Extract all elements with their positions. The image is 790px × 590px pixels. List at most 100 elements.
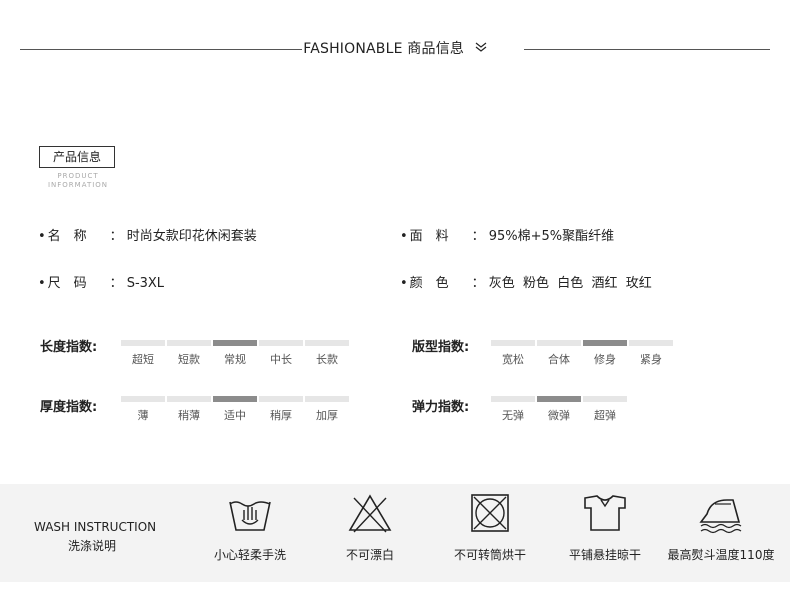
hand-wash-icon — [205, 492, 295, 534]
thickness-scale-label: 薄 — [137, 409, 149, 422]
fit-scale-bar — [629, 340, 673, 346]
care-no-tumble-dry: 不可转筒烘干 — [445, 492, 535, 563]
care-iron: 最高熨斗温度110度 — [660, 492, 782, 563]
thickness-scale-label: 加厚 — [316, 409, 338, 422]
info-name-key: 名 称 — [47, 229, 87, 244]
info-material-sep: ： — [471, 229, 485, 244]
info-color-value: 灰色 粉色 白色 酒红 玫红 — [488, 276, 652, 291]
fit-scale-option: 宽松 — [491, 340, 535, 367]
header: FASHIONABLE 商品信息 — [0, 38, 790, 58]
elasticity-scale-label: 超弹 — [594, 409, 616, 422]
wash-title: WASH INSTRUCTION — [34, 520, 157, 534]
thickness-scale-bar — [259, 396, 303, 402]
care-hand-wash: 小心轻柔手洗 — [205, 492, 295, 563]
info-size: • 尺 码： S-3XL — [38, 272, 164, 291]
length-scale-label: 常规 — [224, 353, 246, 366]
elasticity-scale-option: 超弹 — [583, 396, 627, 423]
product-info-badge: 产品信息 — [39, 146, 115, 168]
elasticity-scale-label: 微弹 — [548, 409, 570, 422]
product-info-en-line2: INFORMATION — [47, 181, 109, 189]
elasticity-scale-bar — [537, 396, 581, 402]
hang-dry-icon — [560, 492, 650, 534]
product-info-en-line1: PRODUCT — [57, 172, 99, 180]
info-material-value: 95%棉+5%聚酯纤维 — [488, 229, 615, 244]
elasticity-scale: 无弹 微弹 超弹 — [491, 396, 629, 423]
fit-scale-label: 合体 — [548, 353, 570, 366]
care-iron-label: 最高熨斗温度110度 — [667, 548, 775, 562]
thickness-scale-bar — [305, 396, 349, 402]
length-scale-option: 短款 — [167, 340, 211, 367]
thickness-scale-option: 加厚 — [305, 396, 349, 423]
length-scale-label: 超短 — [132, 353, 154, 366]
header-title: FASHIONABLE 商品信息 — [303, 41, 465, 57]
fit-scale-option: 紧身 — [629, 340, 673, 367]
fit-scale: 宽松 合体 修身 紧身 — [491, 340, 675, 367]
wash-instruction-panel: WASH INSTRUCTION 洗涤说明 小心轻柔手洗 不可漂白 不可转筒烘干… — [0, 484, 790, 582]
length-scale-option: 中长 — [259, 340, 303, 367]
fit-scale-bar — [583, 340, 627, 346]
fit-scale-option: 合体 — [537, 340, 581, 367]
thickness-scale-title: 厚度指数: — [40, 400, 98, 415]
length-scale-bar — [259, 340, 303, 346]
fit-scale-bar — [491, 340, 535, 346]
fit-scale-label: 紧身 — [640, 353, 662, 366]
fit-scale-bar — [537, 340, 581, 346]
care-hand-wash-label: 小心轻柔手洗 — [213, 548, 286, 562]
length-scale-option: 常规 — [213, 340, 257, 367]
thickness-scale-option: 薄 — [121, 396, 165, 423]
info-size-sep: ： — [109, 276, 123, 291]
elasticity-scale-option: 微弹 — [537, 396, 581, 423]
length-scale-title: 长度指数: — [40, 340, 98, 355]
elasticity-scale-title: 弹力指数: — [412, 400, 470, 415]
info-color-sep: ： — [471, 276, 485, 291]
length-scale: 超短 短款 常规 中长 长款 — [121, 340, 351, 367]
length-scale-label: 长款 — [316, 353, 338, 366]
wash-subtitle: 洗涤说明 — [68, 539, 117, 553]
length-scale-option: 超短 — [121, 340, 165, 367]
length-scale-bar — [167, 340, 211, 346]
length-scale-label: 中长 — [270, 353, 292, 366]
info-name: • 名 称：时尚女款印花休闲套装 — [38, 225, 257, 244]
care-hang-dry-label: 平铺悬挂晾干 — [568, 548, 641, 562]
length-scale-bar — [305, 340, 349, 346]
care-no-tumble-dry-label: 不可转筒烘干 — [453, 548, 526, 562]
thickness-scale: 薄 稍薄 适中 稍厚 加厚 — [121, 396, 351, 423]
elasticity-scale-label: 无弹 — [502, 409, 524, 422]
info-size-value: S-3XL — [126, 276, 165, 291]
length-scale-label: 短款 — [178, 353, 200, 366]
fit-scale-option: 修身 — [583, 340, 627, 367]
iron-icon — [660, 492, 782, 534]
elasticity-scale-bar — [583, 396, 627, 402]
thickness-scale-bar — [213, 396, 257, 402]
thickness-scale-label: 稍厚 — [270, 409, 292, 422]
info-material: • 面 料： 95%棉+5%聚酯纤维 — [400, 225, 614, 244]
no-bleach-icon — [330, 492, 410, 534]
thickness-scale-label: 稍薄 — [178, 409, 200, 422]
info-color: • 颜 色：灰色 粉色 白色 酒红 玫红 — [400, 272, 652, 291]
fit-scale-label: 修身 — [594, 353, 616, 366]
info-name-sep: ： — [109, 229, 123, 244]
thickness-scale-option: 稍薄 — [167, 396, 211, 423]
double-chevron-down-icon — [475, 41, 487, 57]
thickness-scale-option: 稍厚 — [259, 396, 303, 423]
length-scale-bar — [121, 340, 165, 346]
fit-scale-label: 宽松 — [502, 353, 524, 366]
info-color-key: 颜 色 — [409, 276, 449, 291]
no-tumble-dry-icon — [445, 492, 535, 534]
fit-scale-title: 版型指数: — [412, 340, 470, 355]
care-no-bleach: 不可漂白 — [330, 492, 410, 563]
length-scale-option: 长款 — [305, 340, 349, 367]
thickness-scale-label: 适中 — [224, 409, 246, 422]
elasticity-scale-bar — [491, 396, 535, 402]
info-name-value: 时尚女款印花休闲套装 — [126, 229, 257, 244]
care-no-bleach-label: 不可漂白 — [345, 548, 394, 562]
thickness-scale-bar — [121, 396, 165, 402]
info-material-key: 面 料 — [409, 229, 449, 244]
info-size-key: 尺 码 — [47, 276, 87, 291]
thickness-scale-option: 适中 — [213, 396, 257, 423]
product-info-english: PRODUCT INFORMATION — [38, 172, 118, 190]
thickness-scale-bar — [167, 396, 211, 402]
elasticity-scale-option: 无弹 — [491, 396, 535, 423]
length-scale-bar — [213, 340, 257, 346]
care-hang-dry: 平铺悬挂晾干 — [560, 492, 650, 563]
